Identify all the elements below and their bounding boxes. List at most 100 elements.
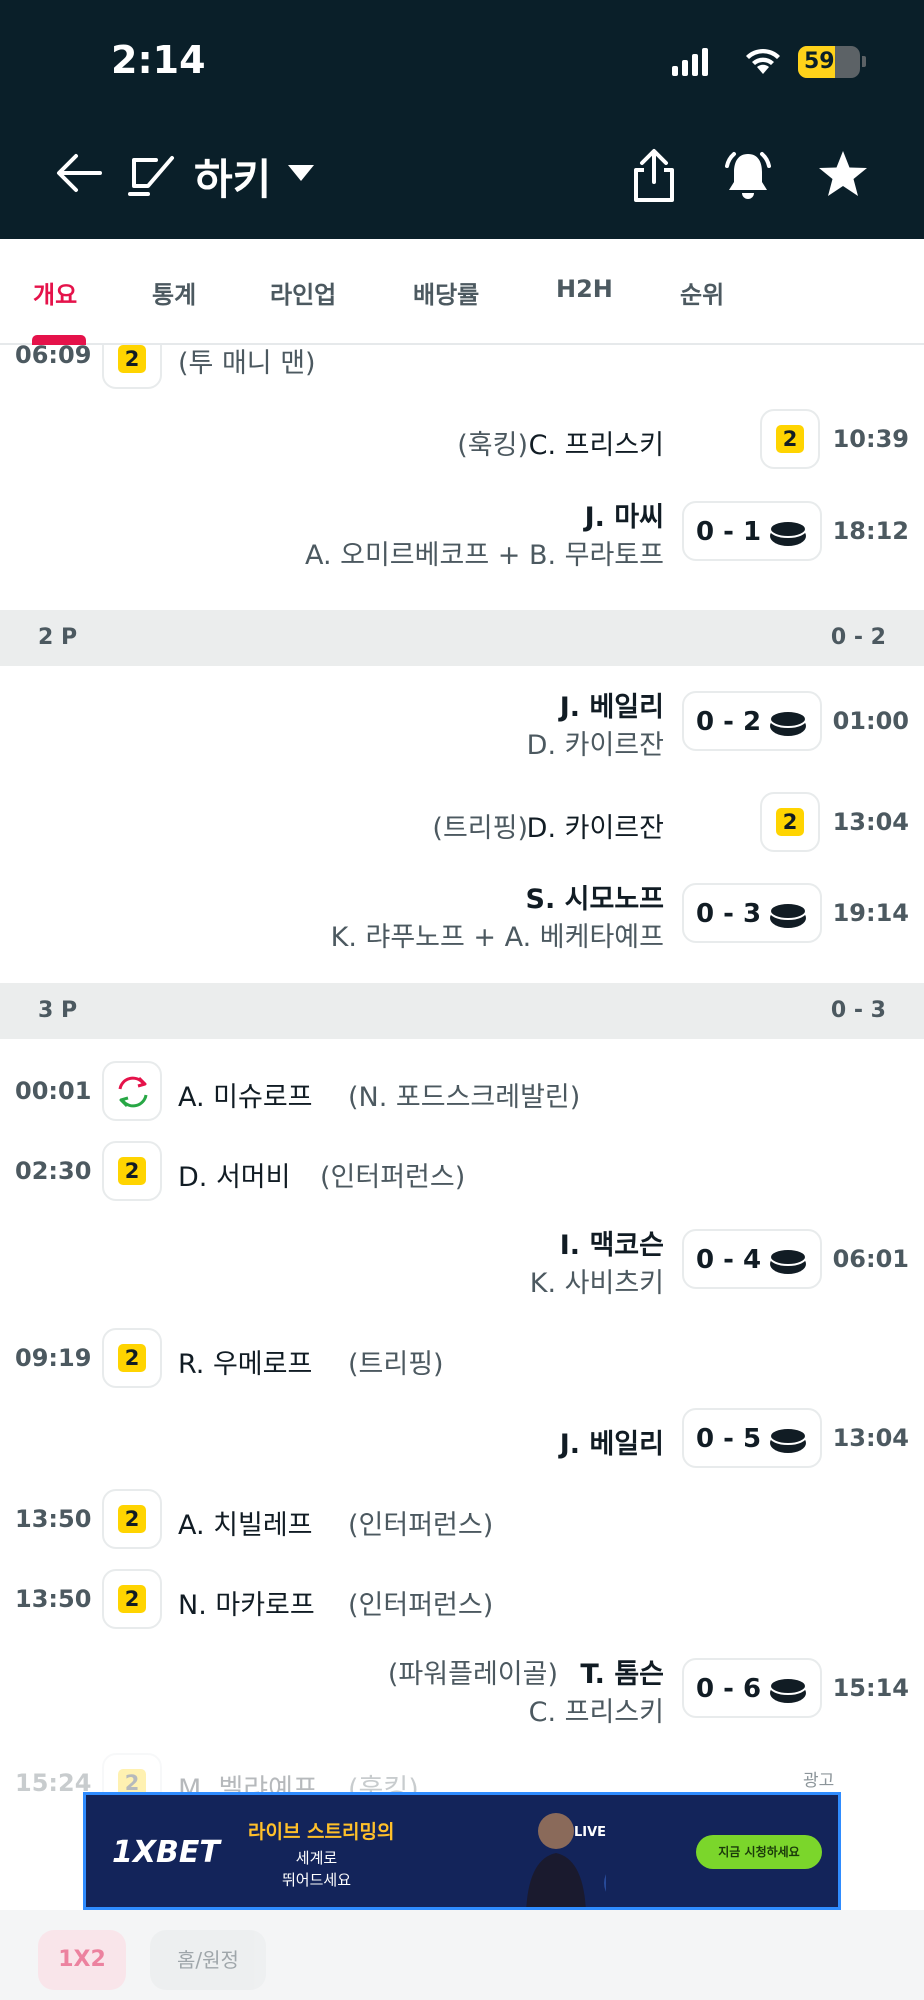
battery-nub: [862, 56, 866, 67]
signal-icon: [672, 48, 708, 76]
event-time: 13:04: [832, 1424, 909, 1452]
penalty-card-icon: 2: [102, 1328, 162, 1388]
substitution-icon: [102, 1061, 162, 1121]
event-row: D. 카이르잔 (트리핑) 2 13:04: [0, 792, 924, 862]
penalty-reason: (훅킹): [348, 1774, 419, 1795]
app-header: 2:14 59 하키: [0, 0, 924, 239]
event-time: 00:01: [15, 1077, 92, 1105]
event-row: 13:50 2 A. 치빌레프 (인터퍼런스): [0, 1489, 924, 1559]
event-row: 02:30 2 D. 서머비 (인터퍼런스): [0, 1141, 924, 1211]
goal-score: 0 - 1: [696, 517, 762, 547]
goal-score-box: 0 - 6: [682, 1658, 822, 1718]
penalty-card-icon: 2: [102, 1753, 162, 1795]
star-icon[interactable]: [816, 148, 870, 202]
penalty-minutes: 2: [118, 1585, 146, 1613]
penalty-minutes: 2: [118, 1344, 146, 1372]
sport-title[interactable]: 하키: [194, 146, 271, 207]
tab-lineups[interactable]: 라인업: [270, 275, 336, 310]
penalty-card-icon: 2: [102, 1489, 162, 1549]
period-label: 3 P: [38, 998, 78, 1023]
goal-scorer: T. 톰슨: [580, 1659, 664, 1690]
event-time: 19:14: [832, 899, 909, 927]
ad-headline: 라이브 스트리밍의: [248, 1821, 395, 1843]
penalty-minutes: 2: [118, 1505, 146, 1533]
goal-assists: A. 오미르베코프 + B. 무라토프: [304, 540, 664, 571]
event-time: 15:24: [15, 1769, 92, 1795]
ad-cta-button[interactable]: 지금 시청하세요: [696, 1835, 822, 1869]
goal-score: 0 - 3: [696, 899, 762, 929]
goal-score: 0 - 2: [696, 707, 762, 737]
penalty-reason: (인터퍼런스): [348, 1510, 494, 1541]
penalty-player: M. 벨랴예프: [178, 1774, 318, 1795]
chevron-down-icon[interactable]: [286, 163, 316, 183]
ad-sub-line1: 세계로: [295, 1849, 338, 1867]
status-time: 2:14: [111, 38, 206, 82]
event-row: 15:24 2 M. 벨랴예프 (훅킹): [0, 1753, 924, 1795]
event-row: S. 시모노프 K. 랴푸노프 + A. 베케타예프 0 - 3 19:14: [0, 877, 924, 967]
goal-note: (파워플레이골): [387, 1659, 558, 1690]
period-label: 2 P: [38, 625, 78, 650]
penalty-card-icon: 2: [102, 345, 162, 389]
puck-icon: [769, 1248, 807, 1274]
puck-icon: [769, 1677, 807, 1703]
share-icon[interactable]: [628, 148, 680, 204]
hockey-stick-icon: [128, 156, 174, 196]
bottom-bar: 1X2 홈/원정: [0, 1910, 924, 2000]
event-row: 09:19 2 R. 우메로프 (트리핑): [0, 1328, 924, 1398]
ad-banner[interactable]: 1XBET 라이브 스트리밍의 세계로 뛰어드세요 LIVE 지금 시청하세요: [83, 1792, 841, 1910]
bell-alert-icon[interactable]: [720, 148, 776, 202]
penalty-reason: (트리핑): [348, 1349, 444, 1380]
puck-icon: [769, 520, 807, 546]
event-time: 13:50: [15, 1505, 92, 1533]
goal-score-box: 0 - 5: [682, 1408, 822, 1468]
penalty-minutes: 2: [776, 808, 804, 836]
event-row: J. 마씨 A. 오미르베코프 + B. 무라토프 0 - 1 18:12: [0, 495, 924, 585]
event-row: C. 프리스키 (훅킹) 2 10:39: [0, 409, 924, 479]
home-away-button[interactable]: 홈/원정: [150, 1930, 266, 1990]
wifi-icon: [746, 48, 780, 74]
odds-1x2-button[interactable]: 1X2: [38, 1930, 126, 1990]
goal-scorer: S. 시모노프: [525, 884, 664, 915]
ad-brand-logo: 1XBET: [112, 1835, 220, 1870]
penalty-reason: (훅킹): [457, 430, 528, 461]
goal-assists: D. 카이르잔: [526, 730, 664, 761]
event-row: 13:50 2 N. 마카로프 (인터퍼런스): [0, 1569, 924, 1639]
event-time: 02:30: [15, 1157, 92, 1185]
event-time: 10:39: [832, 425, 909, 453]
event-time: 09:19: [15, 1344, 92, 1372]
penalty-card-icon: 2: [102, 1141, 162, 1201]
event-time: 13:04: [832, 808, 909, 836]
back-arrow-icon[interactable]: [54, 148, 104, 198]
puck-icon: [769, 710, 807, 736]
tab-h2h[interactable]: H2H: [556, 275, 613, 303]
goal-score: 0 - 6: [696, 1674, 762, 1704]
penalty-minutes: 2: [776, 425, 804, 453]
goal-score-box: 0 - 1: [682, 501, 822, 561]
penalty-player: N. 마카로프: [178, 1590, 315, 1621]
event-time: 01:00: [832, 707, 909, 735]
ad-live-badge: LIVE: [574, 1825, 607, 1840]
penalty-card-icon: 2: [760, 409, 820, 469]
goal-score-box: 0 - 3: [682, 883, 822, 943]
goal-assists: K. 랴푸노프 + A. 베케타예프: [330, 922, 664, 953]
tab-standings[interactable]: 순위: [680, 275, 724, 310]
sub-player-in: A. 미슈로프: [178, 1082, 313, 1113]
penalty-reason: (트리핑): [432, 813, 528, 844]
goal-scorer: J. 마씨: [584, 502, 664, 533]
puck-icon: [769, 902, 807, 928]
penalty-card-icon: 2: [760, 792, 820, 852]
tab-odds[interactable]: 배당률: [413, 275, 479, 310]
event-row: 00:01 A. 미슈로프 (N. 포드스크레발린): [0, 1061, 924, 1131]
penalty-player: A. 치빌레프: [178, 1510, 313, 1541]
goal-assists: K. 사비츠키: [529, 1268, 664, 1299]
penalty-reason: (인터퍼런스): [320, 1162, 466, 1193]
match-timeline: 06:09 2 (투 매니 맨) C. 프리스키 (훅킹) 2 10:39 J.…: [0, 345, 924, 1795]
tab-stats[interactable]: 통계: [152, 275, 196, 310]
penalty-player: R. 우메로프: [178, 1349, 313, 1380]
event-row: J. 베일리 D. 카이르잔 0 - 2 01:00: [0, 685, 924, 775]
event-row: I. 맥코슨 K. 사비츠키 0 - 4 06:01: [0, 1223, 924, 1313]
goal-assists: C. 프리스키: [528, 1697, 664, 1728]
tab-overview[interactable]: 개요: [33, 275, 77, 310]
goal-scorer: I. 맥코슨: [559, 1230, 664, 1261]
goal-scorer: J. 베일리: [559, 692, 664, 723]
